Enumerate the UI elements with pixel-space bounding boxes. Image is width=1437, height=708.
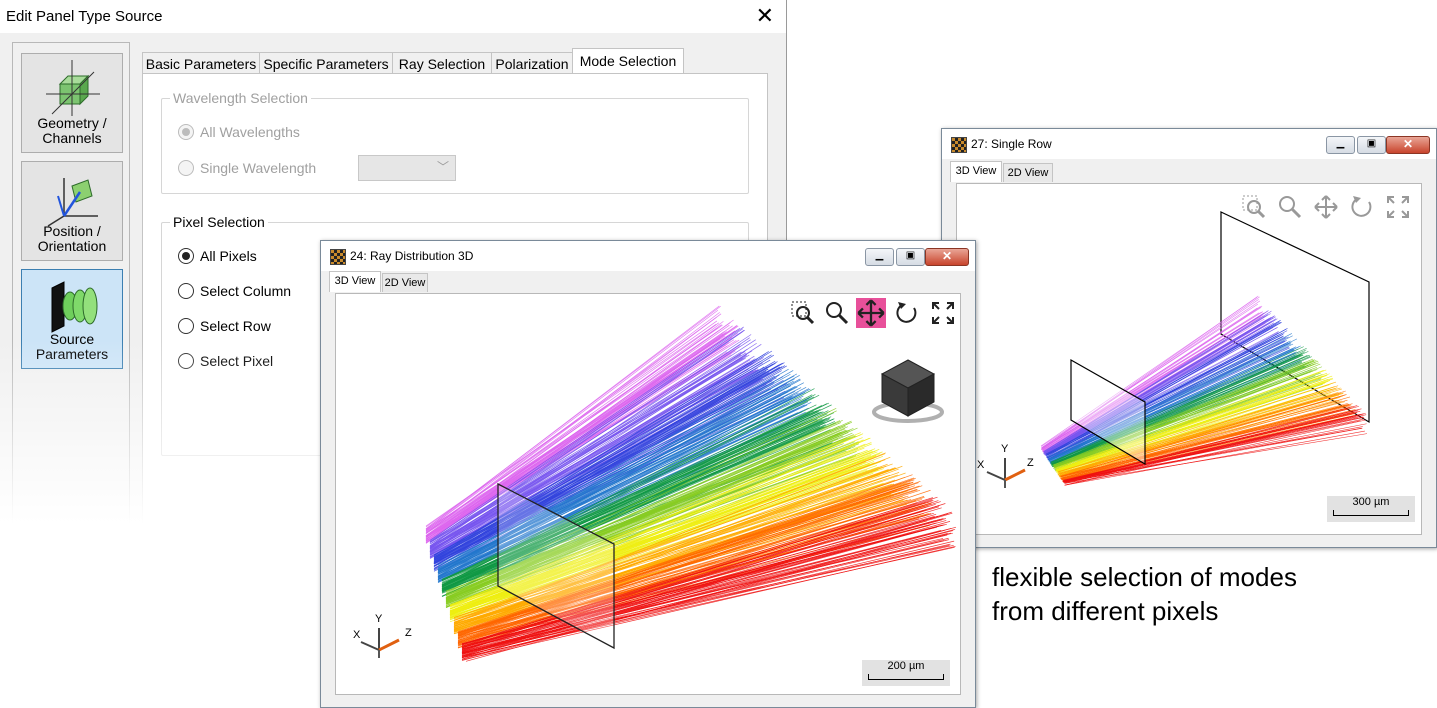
restore-icon[interactable]: ▣: [896, 248, 925, 266]
ray-distribution-viewport[interactable]: Y X Z 200 µm: [335, 293, 961, 695]
caption-line-1: flexible selection of modes: [992, 562, 1297, 592]
tab-3d-view[interactable]: 3D View: [950, 161, 1002, 182]
nav-label-source: Source Parameters: [35, 331, 109, 362]
minimize-icon[interactable]: ▁: [865, 248, 894, 266]
source-parameters-icon: [51, 281, 98, 333]
tab-basic-parameters[interactable]: Basic Parameters: [142, 52, 260, 75]
single-row-titlebar: 27: Single Row ▁ ▣ ✕: [942, 129, 1436, 159]
pixel-selection-label: Pixel Selection: [170, 214, 268, 230]
chevron-down-icon: ﹀: [436, 160, 449, 174]
ray-distribution-window: 24: Ray Distribution 3D ▁ ▣ ✕ 3D View 2D…: [320, 240, 976, 708]
axis-x-label: X: [353, 629, 361, 641]
nav-label-geometry: Geometry / Channels: [37, 115, 107, 146]
minimize-icon[interactable]: ▁: [1326, 136, 1355, 154]
radio-select-column[interactable]: Select Column: [178, 282, 291, 302]
axis-z-label: Z: [405, 627, 412, 639]
axis-triad: Y X Z: [353, 613, 412, 658]
radio-single-wavelength[interactable]: Single Wavelength: [178, 159, 316, 179]
tab-specific-parameters[interactable]: Specific Parameters: [259, 52, 393, 75]
tab-ray-selection[interactable]: Ray Selection: [392, 52, 492, 75]
window-controls: ▁ ▣ ✕: [1326, 136, 1430, 154]
position-orientation-icon: [47, 178, 98, 227]
scale-bar-label: 200 µm: [887, 660, 925, 672]
rotate-icon[interactable]: [894, 300, 920, 326]
ray-distribution-scene: Y X Z: [353, 305, 957, 662]
tab-2d-view[interactable]: 2D View: [382, 273, 428, 292]
zoom-window-icon[interactable]: [790, 300, 816, 326]
ray-distribution-titlebar: 24: Ray Distribution 3D ▁ ▣ ✕: [321, 241, 975, 271]
radio-select-row[interactable]: Select Row: [178, 317, 271, 337]
close-icon[interactable]: ✕: [925, 248, 969, 266]
tab-2d-view[interactable]: 2D View: [1003, 163, 1053, 182]
wavelength-selection-group: Wavelength Selection All Wavelengths Sin…: [161, 90, 749, 194]
zoom-icon[interactable]: [824, 300, 850, 326]
tab-polarization[interactable]: Polarization: [491, 52, 573, 75]
single-row-scene: Y X Z: [977, 211, 1370, 488]
axis-y-label: Y: [375, 613, 383, 625]
single-row-title: 27: Single Row: [971, 137, 1052, 151]
window-controls: ▁ ▣ ✕: [865, 248, 969, 266]
navigation-cube[interactable]: [872, 359, 944, 423]
ray-distribution-title: 24: Ray Distribution 3D: [350, 249, 474, 263]
axis-z-label: Z: [1027, 457, 1034, 469]
axis-x-label: X: [977, 459, 985, 471]
scale-bar: 300 µm: [1327, 496, 1415, 522]
dialog-title: Edit Panel Type Source: [6, 8, 163, 25]
wavelength-selection-label: Wavelength Selection: [170, 90, 311, 106]
document-icon: [330, 249, 346, 265]
tab-mode-selection[interactable]: Mode Selection: [572, 48, 684, 75]
radio-all-wavelengths[interactable]: All Wavelengths: [178, 123, 300, 143]
nav-position-button[interactable]: Position / Orientation: [21, 161, 123, 261]
document-icon: [951, 137, 967, 153]
caption: flexible selection of modes from differe…: [992, 560, 1297, 628]
wavelength-dropdown[interactable]: ﹀: [358, 155, 456, 181]
geometry-icon: [46, 60, 100, 116]
caption-line-2: from different pixels: [992, 596, 1219, 626]
scale-bar-label: 300 µm: [1352, 496, 1390, 508]
single-row-viewport[interactable]: Y X Z 300 µm: [956, 183, 1422, 535]
dialog-titlebar: Edit Panel Type Source ✕: [0, 0, 786, 33]
nav-source-parameters-button[interactable]: Source Parameters: [21, 269, 123, 369]
category-panel: Geometry / Channels Position / Orientati…: [12, 42, 130, 540]
nav-label-position: Position / Orientation: [37, 223, 107, 254]
scale-bar: 200 µm: [862, 660, 950, 686]
main-ray-bundle: [425, 305, 957, 662]
close-icon[interactable]: ✕: [1386, 136, 1430, 154]
radio-select-pixel[interactable]: Select Pixel: [178, 352, 273, 372]
single-row-window: 27: Single Row ▁ ▣ ✕ 3D View 2D View Y X…: [941, 128, 1437, 548]
nav-geometry-button[interactable]: Geometry / Channels: [21, 53, 123, 153]
close-icon[interactable]: ✕: [756, 4, 774, 28]
restore-icon[interactable]: ▣: [1357, 136, 1386, 154]
tab-3d-view[interactable]: 3D View: [329, 271, 381, 292]
fullscreen-icon[interactable]: [930, 300, 956, 326]
radio-all-pixels[interactable]: All Pixels: [178, 247, 257, 267]
pan-icon[interactable]: [856, 298, 886, 328]
axis-triad: Y X Z: [977, 443, 1034, 488]
axis-y-label: Y: [1001, 443, 1009, 455]
